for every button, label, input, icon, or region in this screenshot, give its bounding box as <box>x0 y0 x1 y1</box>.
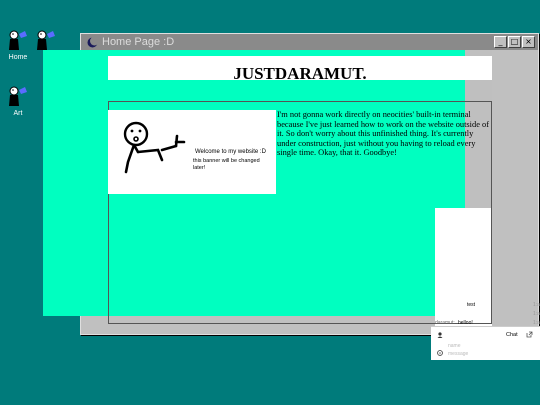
cat-icon <box>37 30 55 50</box>
window-titlebar[interactable]: Home Page :D _ □ × <box>81 34 538 50</box>
cat-icon <box>9 30 27 50</box>
name-field[interactable]: name <box>448 343 461 349</box>
chat-timestamp: 1:a <box>533 311 540 317</box>
desktop-icon-label: Art <box>13 110 23 117</box>
chat-timestamp: 1:a <box>533 302 540 308</box>
user-icon <box>437 332 443 338</box>
smiley-icon[interactable] <box>437 350 443 356</box>
page-title: JUSTDARAMUT. <box>108 56 492 83</box>
welcome-banner: Welcome to my website :D this banner wil… <box>108 110 276 194</box>
chat-input-bar: Chat name message <box>431 326 540 360</box>
cat-icon <box>9 86 27 106</box>
intro-paragraph: I'm not gonna work directly on neocities… <box>277 110 489 158</box>
moon-icon <box>87 36 98 47</box>
maximize-button[interactable]: □ <box>508 36 521 48</box>
minimize-button[interactable]: _ <box>494 36 507 48</box>
chat-label[interactable]: Chat <box>506 332 518 338</box>
external-link-icon[interactable] <box>526 331 533 338</box>
stick-figure-drawing <box>123 121 186 174</box>
desktop-icon-art[interactable]: Art <box>0 84 36 117</box>
welcome-text: Welcome to my website :D <box>195 149 266 155</box>
window-title: Home Page :D <box>102 36 175 48</box>
close-button[interactable]: × <box>522 36 535 48</box>
message-field[interactable]: message <box>448 351 468 357</box>
chat-message: test <box>467 302 476 308</box>
banner-note: this banner will be changed later! <box>193 158 260 171</box>
